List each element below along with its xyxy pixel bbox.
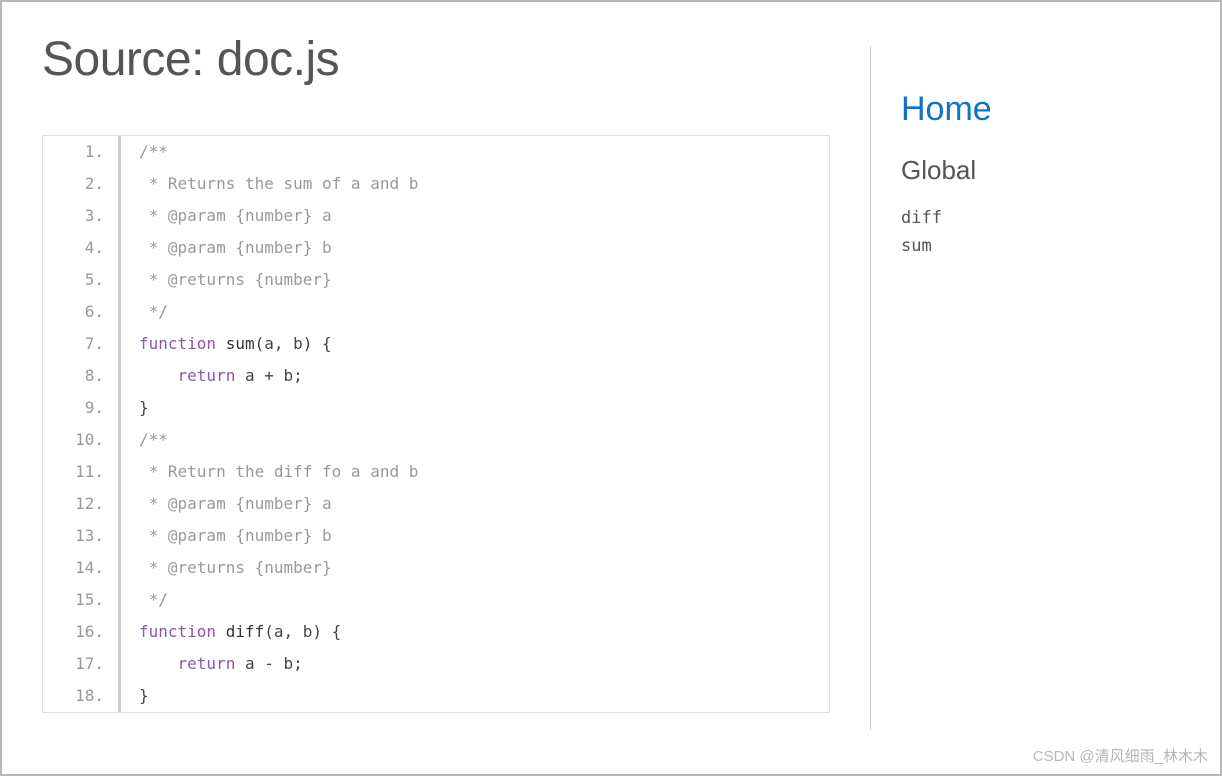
code-line: 5. * @returns {number}	[43, 264, 829, 296]
code-line: 4. * @param {number} b	[43, 232, 829, 264]
code-line: 3. * @param {number} a	[43, 200, 829, 232]
line-number: 3.	[43, 200, 121, 232]
code-line: 18.}	[43, 680, 829, 712]
nav-item-sum[interactable]: sum	[901, 232, 1200, 260]
code-content: * @returns {number}	[121, 552, 829, 584]
code-line: 12. * @param {number} a	[43, 488, 829, 520]
code-line: 14. * @returns {number}	[43, 552, 829, 584]
line-number: 4.	[43, 232, 121, 264]
nav-item-diff[interactable]: diff	[901, 204, 1200, 232]
line-number: 12.	[43, 488, 121, 520]
main-content: Source: doc.js 1./**2. * Returns the sum…	[2, 2, 870, 774]
code-line: 16.function diff(a, b) {	[43, 616, 829, 648]
code-content: * @param {number} a	[121, 488, 829, 520]
code-line: 13. * @param {number} b	[43, 520, 829, 552]
code-line: 10./**	[43, 424, 829, 456]
code-content: function diff(a, b) {	[121, 616, 829, 648]
code-line: 15. */	[43, 584, 829, 616]
line-number: 18.	[43, 680, 121, 712]
code-content: function sum(a, b) {	[121, 328, 829, 360]
code-content: return a + b;	[121, 360, 829, 392]
source-code-block: 1./**2. * Returns the sum of a and b3. *…	[42, 135, 830, 713]
line-number: 7.	[43, 328, 121, 360]
line-number: 5.	[43, 264, 121, 296]
code-line: 7.function sum(a, b) {	[43, 328, 829, 360]
code-content: /**	[121, 136, 829, 168]
code-content: * Return the diff fo a and b	[121, 456, 829, 488]
code-content: * @param {number} b	[121, 232, 829, 264]
line-number: 13.	[43, 520, 121, 552]
nav-section-title: Global	[901, 155, 1200, 186]
nav-item-list: diffsum	[901, 204, 1200, 260]
code-line: 6. */	[43, 296, 829, 328]
code-content: return a - b;	[121, 648, 829, 680]
code-line: 9.}	[43, 392, 829, 424]
code-content: * @returns {number}	[121, 264, 829, 296]
code-content: * @param {number} b	[121, 520, 829, 552]
line-number: 15.	[43, 584, 121, 616]
line-number: 1.	[43, 136, 121, 168]
line-number: 11.	[43, 456, 121, 488]
line-number: 17.	[43, 648, 121, 680]
code-line: 1./**	[43, 136, 829, 168]
line-number: 10.	[43, 424, 121, 456]
code-line: 17. return a - b;	[43, 648, 829, 680]
watermark-text: CSDN @清风细雨_林木木	[1033, 745, 1208, 766]
line-number: 6.	[43, 296, 121, 328]
home-link[interactable]: Home	[901, 90, 1200, 129]
code-content: */	[121, 584, 829, 616]
line-number: 9.	[43, 392, 121, 424]
code-line: 11. * Return the diff fo a and b	[43, 456, 829, 488]
code-content: * @param {number} a	[121, 200, 829, 232]
code-content: }	[121, 392, 829, 424]
line-number: 16.	[43, 616, 121, 648]
code-content: /**	[121, 424, 829, 456]
page-title: Source: doc.js	[42, 32, 830, 87]
code-content: * Returns the sum of a and b	[121, 168, 829, 200]
line-number: 2.	[43, 168, 121, 200]
code-line: 2. * Returns the sum of a and b	[43, 168, 829, 200]
code-content: }	[121, 680, 829, 712]
line-number: 14.	[43, 552, 121, 584]
line-number: 8.	[43, 360, 121, 392]
code-line: 8. return a + b;	[43, 360, 829, 392]
code-content: */	[121, 296, 829, 328]
sidebar: Home Global diffsum	[870, 46, 1220, 730]
